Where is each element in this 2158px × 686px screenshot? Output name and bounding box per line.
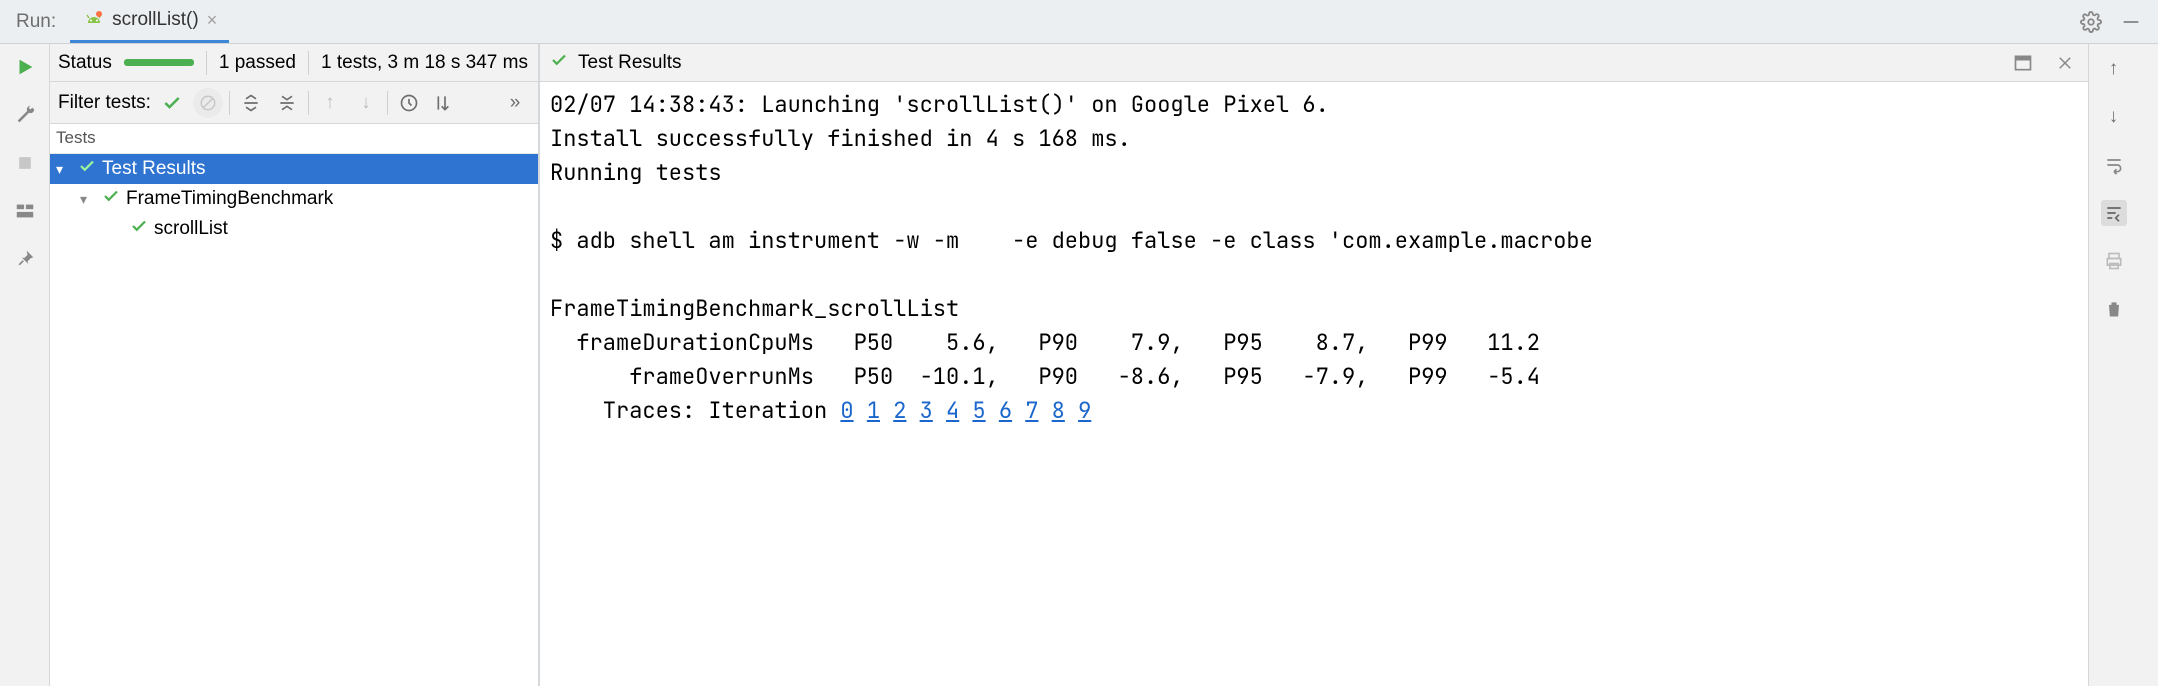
prev-failed-icon[interactable]: ↑ <box>315 88 345 118</box>
tests-column-header: Tests <box>50 124 538 154</box>
left-gutter <box>0 44 50 686</box>
trace-link[interactable]: 7 <box>1025 396 1038 425</box>
clear-icon[interactable] <box>2101 296 2127 322</box>
gear-icon[interactable] <box>2078 9 2104 35</box>
check-icon <box>102 187 120 211</box>
test-summary: 1 tests, 3 m 18 s 347 ms <box>321 52 528 74</box>
trace-link[interactable]: 0 <box>840 396 853 425</box>
panel-title-bar: Run: scrollList() × <box>0 0 2158 44</box>
tab-label: scrollList() <box>112 9 199 31</box>
trace-link[interactable]: 4 <box>946 396 959 425</box>
tree-class-label: FrameTimingBenchmark <box>126 188 333 210</box>
chevron-down-icon: ▾ <box>80 191 96 208</box>
tree-root[interactable]: ▾ Test Results <box>50 154 538 184</box>
check-icon <box>550 51 568 75</box>
scroll-up-icon[interactable]: ↑ <box>2101 56 2127 82</box>
tree-method-label: scrollList <box>154 218 228 240</box>
test-history-icon[interactable] <box>394 88 424 118</box>
show-ignored-icon[interactable] <box>193 88 223 118</box>
right-gutter: ↑ ↓ <box>2088 44 2138 686</box>
chevron-down-icon: ▾ <box>56 161 72 178</box>
progress-bar <box>124 59 194 66</box>
stop-button[interactable] <box>12 150 38 176</box>
console-header: Test Results <box>540 44 2088 82</box>
expand-all-icon[interactable] <box>236 88 266 118</box>
scroll-down-icon[interactable]: ↓ <box>2101 104 2127 130</box>
status-bar: Status 1 passed 1 tests, 3 m 18 s 347 ms <box>50 44 538 82</box>
run-button[interactable] <box>12 54 38 80</box>
console-title: Test Results <box>578 52 681 74</box>
more-icon[interactable]: » <box>500 88 530 118</box>
run-tab[interactable]: scrollList() × <box>70 1 229 43</box>
check-icon <box>78 157 96 181</box>
run-label: Run: <box>6 11 66 33</box>
print-icon[interactable] <box>2101 248 2127 274</box>
test-tree-pane: Status 1 passed 1 tests, 3 m 18 s 347 ms… <box>50 44 540 686</box>
tree-root-label: Test Results <box>102 158 205 180</box>
test-tree[interactable]: ▾ Test Results ▾ FrameTimingBenchmark sc… <box>50 154 538 686</box>
collapse-all-icon[interactable] <box>272 88 302 118</box>
trace-link[interactable]: 6 <box>999 396 1012 425</box>
trace-link[interactable]: 2 <box>893 396 906 425</box>
close-console-icon[interactable] <box>2052 50 2078 76</box>
close-tab-icon[interactable]: × <box>207 10 218 31</box>
soft-wrap-icon[interactable] <box>2101 152 2127 178</box>
filter-bar: Filter tests: ↑ ↓ <box>50 82 538 124</box>
android-test-icon <box>84 10 104 30</box>
right-margin <box>2138 44 2158 686</box>
passed-count: 1 passed <box>219 52 296 74</box>
tree-method[interactable]: scrollList <box>50 214 538 244</box>
pin-icon[interactable] <box>12 246 38 272</box>
trace-link[interactable]: 3 <box>920 396 933 425</box>
import-tests-icon[interactable] <box>430 88 460 118</box>
show-passed-icon[interactable] <box>157 88 187 118</box>
console-output[interactable]: 02/07 14:38:43: Launching 'scrollList()'… <box>540 82 2088 686</box>
wrench-icon[interactable] <box>12 102 38 128</box>
trace-link[interactable]: 1 <box>867 396 880 425</box>
minimize-icon[interactable] <box>2118 9 2144 35</box>
layout-icon[interactable] <box>12 198 38 224</box>
filter-label: Filter tests: <box>58 92 151 114</box>
scroll-to-end-icon[interactable] <box>2101 200 2127 226</box>
trace-link[interactable]: 9 <box>1078 396 1091 425</box>
trace-link[interactable]: 5 <box>972 396 985 425</box>
check-icon <box>130 217 148 241</box>
tree-class[interactable]: ▾ FrameTimingBenchmark <box>50 184 538 214</box>
next-failed-icon[interactable]: ↓ <box>351 88 381 118</box>
layout-settings-icon[interactable] <box>2010 50 2036 76</box>
console-pane: Test Results 02/07 14:38:43: Launching '… <box>540 44 2088 686</box>
trace-link[interactable]: 8 <box>1052 396 1065 425</box>
status-label: Status <box>58 52 112 74</box>
